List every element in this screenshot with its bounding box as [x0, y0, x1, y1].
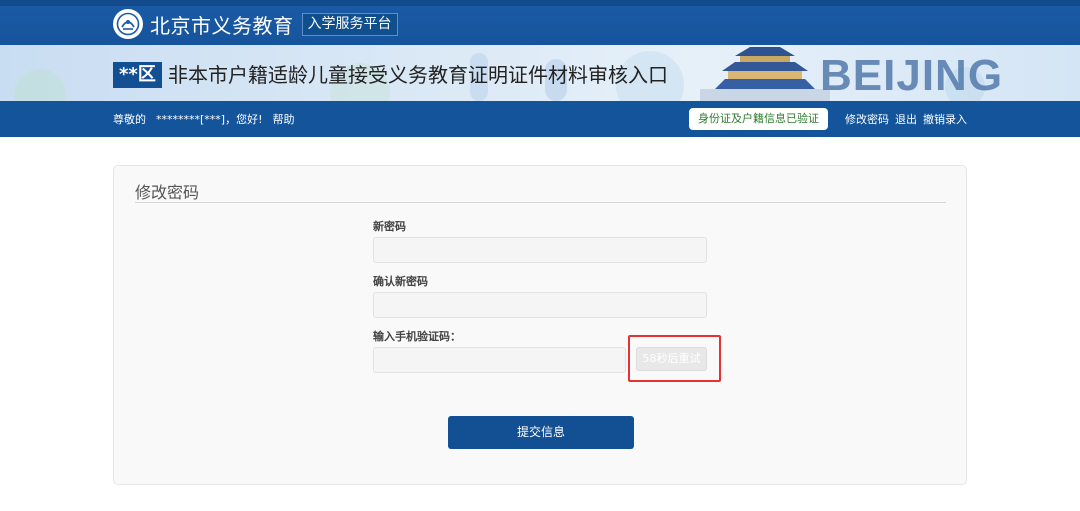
- new-password-input[interactable]: [373, 237, 707, 263]
- sms-code-label: 输入手机验证码：: [373, 330, 461, 343]
- card-title: 修改密码: [135, 183, 200, 202]
- page-banner: BEIJING **区 非本市户籍适龄儿童接受义务教育证明证件材料审核入口: [0, 45, 1080, 101]
- help-link[interactable]: 帮助: [273, 111, 295, 127]
- beijing-decoration-text: BEIJING: [820, 51, 1004, 100]
- nav-right-group: 身份证及户籍信息已验证 修改密码 退出 撤销录入: [689, 101, 967, 137]
- nav-left-group: 尊敬的 ********[***]，您好! 帮助: [113, 101, 305, 137]
- user-greeting: ********[***]，您好!: [156, 113, 263, 126]
- brand-tag: 入学服务平台: [301, 12, 398, 36]
- change-password-link[interactable]: 修改密码: [845, 111, 889, 127]
- retry-highlight-box: [628, 335, 721, 382]
- emblem-icon: [113, 9, 143, 39]
- brand-bar-topline: [0, 0, 1080, 6]
- brand-bar: 北京市义务教育 入学服务平台: [0, 0, 1080, 45]
- logout-link[interactable]: 退出: [895, 111, 917, 127]
- greeting-prefix: 尊敬的: [113, 113, 146, 126]
- sms-code-input[interactable]: [373, 347, 626, 373]
- verified-status-badge: 身份证及户籍信息已验证: [689, 108, 828, 130]
- change-password-card: 修改密码 新密码 确认新密码 输入手机验证码： 58秒后重试 提交信息: [113, 165, 967, 485]
- cancel-entry-link[interactable]: 撤销录入: [923, 111, 967, 127]
- brand-name: 北京市义务教育: [150, 13, 294, 38]
- brand-logo-group[interactable]: 北京市义务教育 入学服务平台: [113, 9, 398, 39]
- confirm-password-label: 确认新密码: [373, 275, 428, 288]
- submit-button[interactable]: 提交信息: [448, 416, 634, 449]
- new-password-label: 新密码: [373, 220, 406, 233]
- confirm-password-input[interactable]: [373, 292, 707, 318]
- district-badge: **区: [113, 62, 162, 88]
- nav-bar: 尊敬的 ********[***]，您好! 帮助 身份证及户籍信息已验证 修改密…: [0, 101, 1080, 137]
- page-title: 非本市户籍适龄儿童接受义务教育证明证件材料审核入口: [168, 63, 668, 87]
- card-divider: [135, 202, 946, 203]
